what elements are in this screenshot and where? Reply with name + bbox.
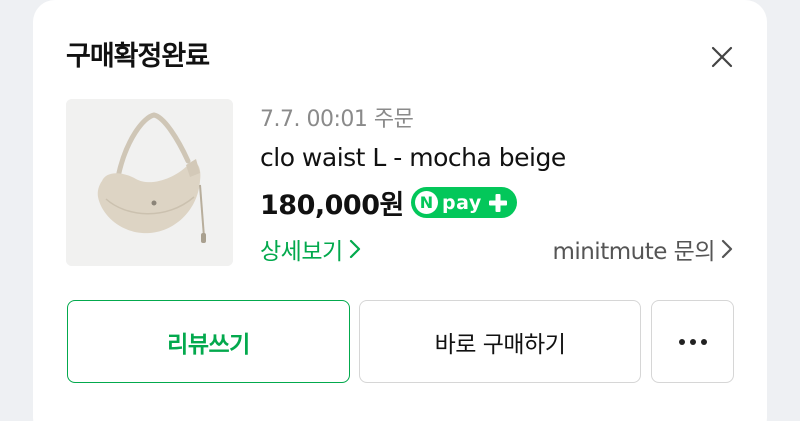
product-price: 180,000원	[260, 190, 404, 221]
close-icon[interactable]	[709, 44, 735, 70]
more-dots-icon	[678, 338, 707, 345]
product-name[interactable]: clo waist L - mocha beige	[260, 143, 566, 172]
dialog-title: 구매확정완료	[66, 41, 210, 72]
buy-again-label: 바로 구매하기	[434, 331, 566, 358]
product-thumbnail[interactable]	[66, 99, 233, 266]
order-date: 7.7. 00:01 주문	[260, 107, 414, 132]
plus-icon	[488, 193, 507, 212]
buy-again-button[interactable]: 바로 구매하기	[359, 300, 641, 383]
more-options-button[interactable]	[651, 300, 734, 383]
npay-label: pay	[442, 191, 482, 214]
chevron-right-icon	[721, 239, 733, 259]
write-review-label: 리뷰쓰기	[167, 331, 250, 358]
npay-n-logo: N	[415, 191, 438, 214]
order-confirm-card: 구매확정완료 7.7. 00:01 주문 clo waist L - mocha…	[33, 0, 767, 421]
seller-inquiry-label: minitmute 문의	[552, 239, 715, 265]
chevron-right-icon	[349, 239, 360, 259]
write-review-button[interactable]: 리뷰쓰기	[67, 300, 350, 383]
view-details-link[interactable]: 상세보기	[260, 232, 361, 266]
npay-plus-badge: N pay	[411, 187, 517, 218]
view-details-label: 상세보기	[260, 239, 343, 265]
bag-image-icon	[66, 99, 233, 266]
seller-inquiry-link[interactable]: minitmute 문의	[552, 232, 733, 266]
